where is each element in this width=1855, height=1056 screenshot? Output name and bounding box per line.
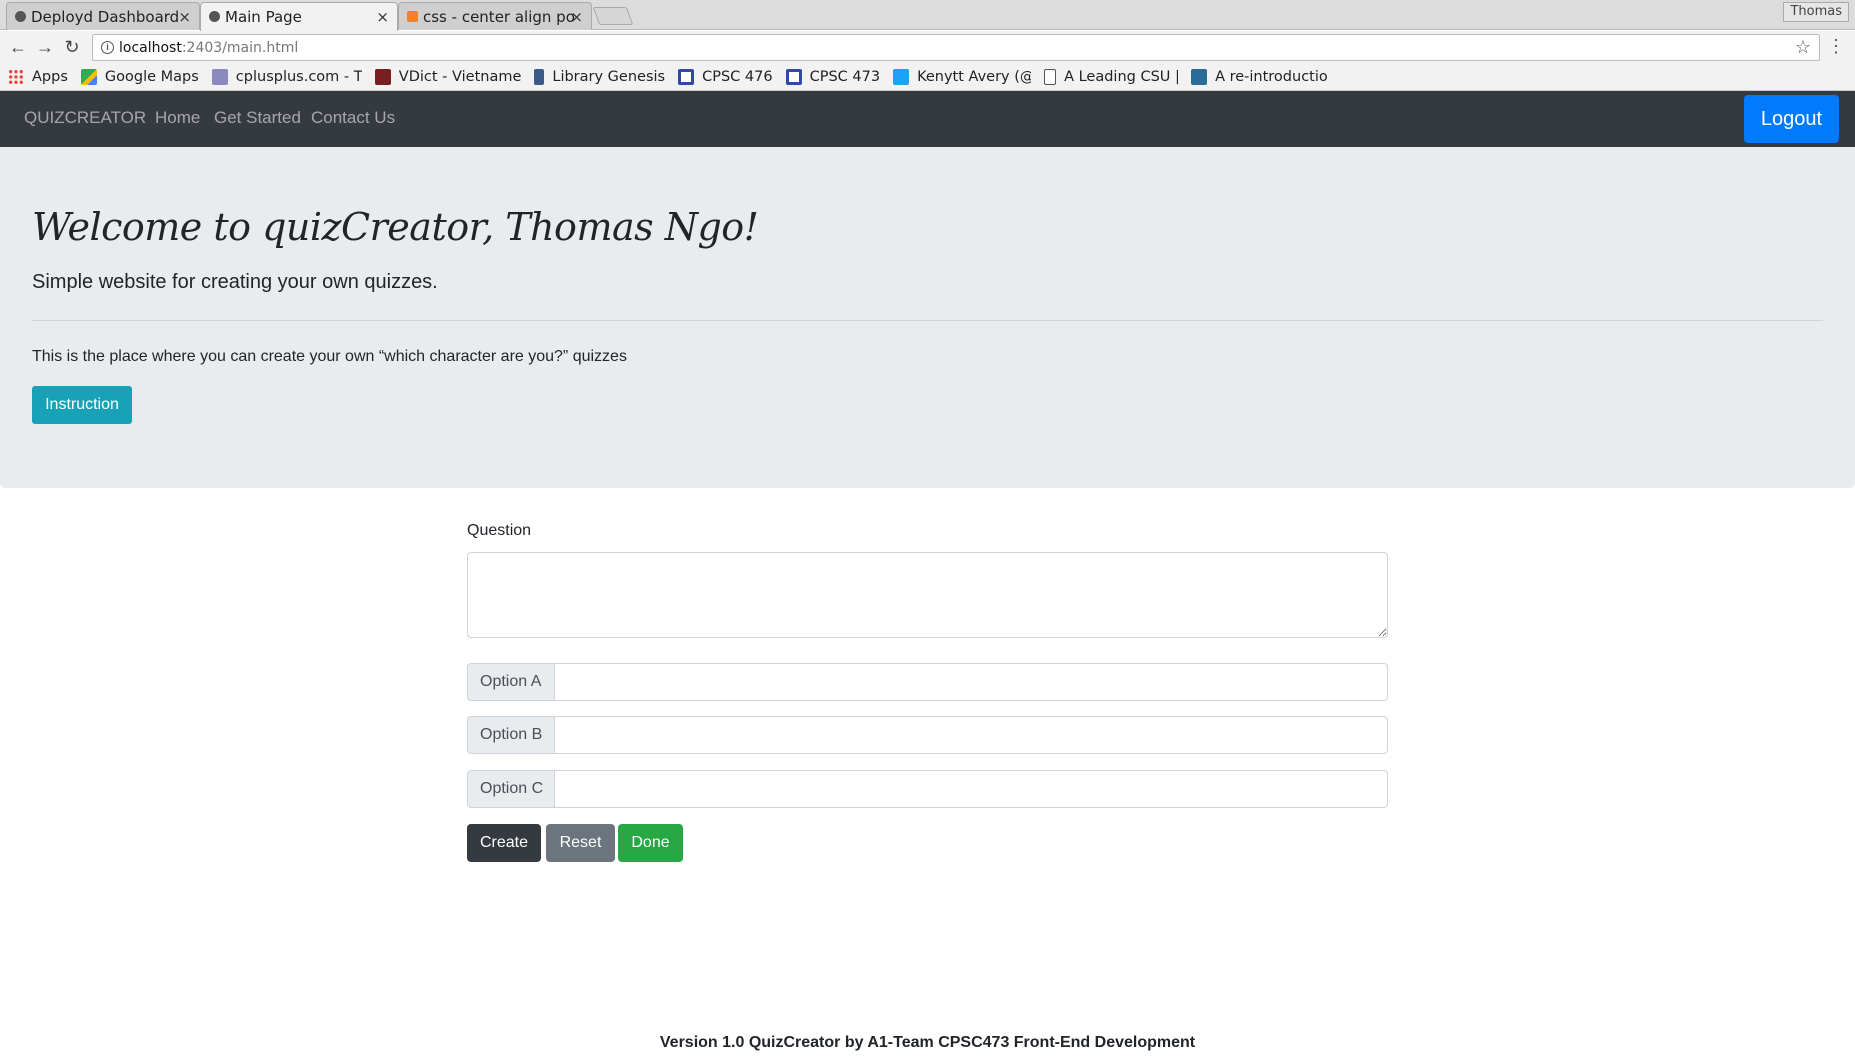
divider <box>32 320 1823 321</box>
browser-toolbar: ← → ↻ i localhost:2403/main.html ☆ ⋮ <box>0 31 1855 64</box>
done-button[interactable]: Done <box>618 824 683 862</box>
welcome-jumbotron: Welcome to quizCreator, Thomas Ngo! Simp… <box>0 147 1855 488</box>
document-icon <box>1044 69 1057 85</box>
reset-button[interactable]: Reset <box>546 824 615 862</box>
bookmark-vdict[interactable]: VDict - Vietname <box>374 69 522 85</box>
question-label: Question <box>467 522 532 539</box>
twitter-icon <box>893 69 910 85</box>
site-navbar: QUIZCREATOR Home Get Started Contact Us … <box>0 91 1855 147</box>
option-a-label: Option A <box>467 663 555 701</box>
option-c-label: Option C <box>467 770 555 808</box>
mdn-icon <box>1191 69 1208 85</box>
profile-button[interactable]: Thomas <box>1783 2 1849 22</box>
bookmark-library-genesis[interactable]: Library Genesis <box>534 69 665 85</box>
option-c-input[interactable] <box>555 770 1388 808</box>
address-bar[interactable]: i localhost:2403/main.html ☆ <box>92 34 1820 61</box>
footer-text: Version 1.0 QuizCreator by A1-Team CPSC4… <box>659 1034 1196 1051</box>
bookmark-label: VDict - Vietname <box>398 69 522 85</box>
bookmark-cpsc-473[interactable]: CPSC 473 <box>785 69 881 85</box>
url-path: :2403/main.html <box>181 40 299 56</box>
deployd-favicon-icon <box>15 11 26 22</box>
tab-title: Main Page <box>225 8 302 26</box>
calendar-icon <box>678 69 695 85</box>
option-b-group: Option B <box>467 716 1388 754</box>
nav-home[interactable]: Home <box>155 108 200 128</box>
bookmark-label: Library Genesis <box>552 69 666 85</box>
reload-icon[interactable]: ↻ <box>62 37 82 57</box>
info-icon[interactable]: i <box>101 41 114 54</box>
tab-deployd-dashboard[interactable]: Deployd Dashboard × <box>6 2 200 30</box>
option-b-label: Option B <box>467 716 555 754</box>
new-tab-button[interactable] <box>592 7 634 25</box>
library-genesis-icon <box>534 69 545 85</box>
browser-tabstrip: Deployd Dashboard × Main Page × css - ce… <box>0 0 1855 31</box>
create-button[interactable]: Create <box>467 824 541 862</box>
bookmark-label: CPSC 476 <box>702 69 773 85</box>
brand-link[interactable]: QUIZCREATOR <box>24 108 146 128</box>
nav-get-started[interactable]: Get Started <box>214 108 301 128</box>
back-icon[interactable]: ← <box>8 37 28 57</box>
close-icon[interactable]: × <box>570 8 583 26</box>
bookmark-label: Apps <box>32 69 68 85</box>
tab-main-page[interactable]: Main Page × <box>200 2 398 31</box>
bookmarks-bar: Apps Google Maps cplusplus.com - T VDict… <box>0 64 1855 91</box>
bookmark-label: Kenytt Avery (@ <box>917 69 1032 85</box>
question-textarea[interactable] <box>467 552 1388 638</box>
option-a-input[interactable] <box>555 663 1388 701</box>
url-host: localhost <box>119 40 182 56</box>
instruction-button[interactable]: Instruction <box>32 386 132 424</box>
description-text: This is the place where you can create y… <box>32 348 627 365</box>
option-a-group: Option A <box>467 663 1388 701</box>
bookmark-google-maps[interactable]: Google Maps <box>80 69 199 85</box>
bookmark-re-introduction[interactable]: A re-introductio <box>1191 69 1328 85</box>
apps-grid-icon <box>8 69 24 85</box>
nav-contact-us[interactable]: Contact Us <box>311 108 395 128</box>
bookmark-label: CPSC 473 <box>809 69 881 85</box>
bookmark-apps[interactable]: Apps <box>8 69 68 85</box>
close-icon[interactable]: × <box>178 8 191 26</box>
close-icon[interactable]: × <box>376 8 389 26</box>
deployd-favicon-icon <box>209 11 220 22</box>
bookmark-cpsc-476[interactable]: CPSC 476 <box>678 69 773 85</box>
vdict-icon <box>374 69 391 85</box>
browser-menu-icon[interactable]: ⋮ <box>1827 36 1845 57</box>
lead-text: Simple website for creating your own qui… <box>32 271 438 293</box>
bookmark-leading-csu[interactable]: A Leading CSU | C <box>1044 69 1178 85</box>
stackoverflow-favicon-icon <box>407 11 418 22</box>
bookmark-star-icon[interactable]: ☆ <box>1795 37 1811 58</box>
bookmark-label: A re-introductio <box>1215 69 1328 85</box>
bookmark-label: cplusplus.com - T <box>235 69 362 85</box>
logout-button[interactable]: Logout <box>1744 95 1839 143</box>
bookmark-cplusplus[interactable]: cplusplus.com - T <box>211 69 362 85</box>
bookmark-label: Google Maps <box>104 69 199 85</box>
google-maps-icon <box>80 69 97 85</box>
tab-title: css - center align po <box>423 7 575 26</box>
page-title: Welcome to quizCreator, Thomas Ngo! <box>32 205 759 249</box>
cplusplus-icon <box>211 69 228 85</box>
bookmark-kenytt-avery[interactable]: Kenytt Avery (@ <box>893 69 1031 85</box>
tab-title: Deployd Dashboard <box>31 7 180 26</box>
url-text: localhost:2403/main.html <box>119 40 298 56</box>
forward-icon[interactable]: → <box>35 37 55 57</box>
option-b-input[interactable] <box>555 716 1388 754</box>
option-c-group: Option C <box>467 770 1388 808</box>
bookmark-label: A Leading CSU | C <box>1064 69 1179 85</box>
tab-css-center-align[interactable]: css - center align po × <box>398 2 592 30</box>
calendar-icon <box>785 69 802 85</box>
